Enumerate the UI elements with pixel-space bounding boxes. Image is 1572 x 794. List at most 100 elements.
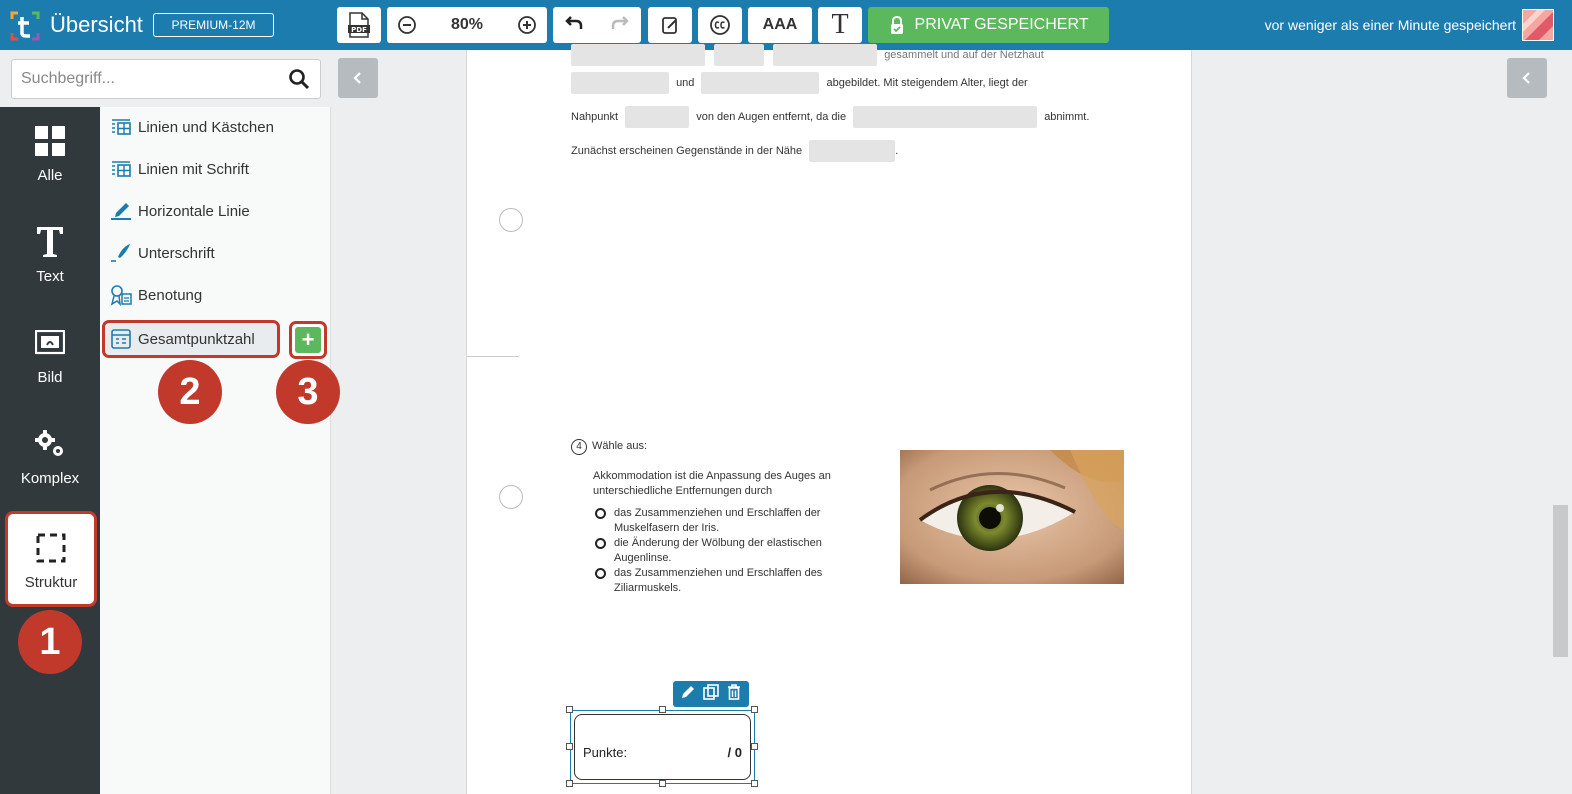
search-icon[interactable] bbox=[288, 68, 310, 90]
eye-photo[interactable] bbox=[900, 450, 1124, 584]
scrollbar-thumb[interactable] bbox=[1553, 505, 1568, 657]
text-fragment: von den Augen entfernt, da die bbox=[696, 110, 847, 123]
gap-field[interactable] bbox=[853, 106, 1038, 128]
points-label: Punkte: bbox=[583, 745, 628, 760]
add-total-score-button[interactable]: + bbox=[289, 321, 327, 359]
resize-handle[interactable] bbox=[751, 780, 758, 787]
pencil-icon[interactable] bbox=[680, 684, 696, 705]
search-input[interactable] bbox=[11, 59, 321, 99]
category-complex[interactable]: Komplex bbox=[0, 410, 100, 506]
text-icon bbox=[32, 224, 68, 260]
dashed-square-icon bbox=[33, 530, 69, 566]
element-label: Unterschrift bbox=[138, 244, 215, 262]
gap-field[interactable] bbox=[714, 44, 765, 66]
collapse-left-button[interactable] bbox=[338, 58, 378, 98]
text-line-cut: gesammelt und auf der Netzhaut bbox=[571, 44, 1044, 66]
category-label: Komplex bbox=[20, 470, 80, 487]
element-signature[interactable]: Unterschrift bbox=[108, 235, 215, 271]
text-tool-button[interactable]: T bbox=[818, 7, 862, 43]
gap-field[interactable] bbox=[571, 72, 669, 94]
category-label: Alle bbox=[37, 167, 63, 184]
edit-note-button[interactable] bbox=[648, 7, 692, 43]
search-bar bbox=[0, 50, 331, 107]
category-all[interactable]: Alle bbox=[0, 107, 100, 203]
trash-icon[interactable] bbox=[726, 683, 742, 705]
app-logo-icon[interactable] bbox=[8, 9, 42, 43]
category-rail: Alle Text Bild Komplex Struktur bbox=[0, 107, 100, 794]
gap-field[interactable] bbox=[701, 72, 820, 94]
text-fragment: Zunächst erscheinen Gegenstände in der N… bbox=[571, 144, 803, 157]
gap-field[interactable] bbox=[773, 44, 878, 66]
zoom-control: 80% bbox=[387, 7, 547, 43]
user-avatar[interactable] bbox=[1522, 9, 1554, 41]
zoom-in-icon bbox=[518, 16, 536, 34]
grading-icon bbox=[110, 284, 132, 306]
cut-text: gesammelt und auf der Netzhaut bbox=[884, 48, 1044, 61]
chevron-left-icon bbox=[1522, 72, 1530, 84]
element-horizontal-line[interactable]: Horizontale Linie bbox=[108, 193, 250, 229]
gap-field[interactable] bbox=[809, 140, 896, 162]
answer-option[interactable]: das Zusammenziehen und Erschlaffen des Z… bbox=[595, 566, 822, 596]
radio-icon bbox=[595, 508, 606, 519]
element-total-score[interactable]: Gesamtpunktzahl bbox=[102, 320, 280, 358]
category-text[interactable]: Text bbox=[0, 208, 100, 304]
option-text: das Zusammenziehen und Erschlaffen des bbox=[614, 567, 823, 579]
element-lines-boxes[interactable]: Linien und Kästchen bbox=[108, 109, 274, 145]
option-text: das Zusammenziehen und Erschlaffen der bbox=[614, 507, 821, 519]
collapse-right-button[interactable] bbox=[1507, 58, 1547, 98]
element-label: Gesamtpunktzahl bbox=[138, 330, 255, 348]
creative-commons-icon bbox=[710, 15, 730, 35]
question-text-2: unterschiedliche Entfernungen durch bbox=[593, 485, 773, 497]
task-checkbox[interactable] bbox=[499, 208, 523, 232]
text-fragment: abnimmt. bbox=[1044, 110, 1090, 123]
image-icon bbox=[32, 325, 68, 361]
lines-grid-icon bbox=[110, 116, 132, 138]
question-text-1: Akkommodation ist die Anpassung des Auge… bbox=[593, 470, 831, 482]
license-button[interactable] bbox=[698, 7, 742, 43]
gears-icon bbox=[32, 426, 68, 462]
save-privately-button[interactable]: PRIVAT GESPEICHERT bbox=[868, 7, 1109, 43]
grid-icon bbox=[32, 123, 68, 159]
element-lines-script[interactable]: Linien mit Schrift bbox=[108, 151, 249, 187]
resize-handle[interactable] bbox=[566, 743, 573, 750]
category-image[interactable]: Bild bbox=[0, 309, 100, 405]
chevron-left-icon bbox=[353, 72, 361, 84]
question-number: 4 bbox=[571, 439, 587, 455]
resize-handle[interactable] bbox=[751, 743, 758, 750]
plus-icon: + bbox=[295, 327, 321, 353]
resize-handle[interactable] bbox=[659, 706, 666, 713]
redo-icon[interactable] bbox=[609, 13, 629, 38]
worksheet-page: gesammelt und auf der Netzhaut und abgeb… bbox=[466, 44, 1192, 794]
resize-handle[interactable] bbox=[566, 706, 573, 713]
resize-handle[interactable] bbox=[566, 780, 573, 787]
element-label: Horizontale Linie bbox=[138, 202, 250, 220]
task-checkbox[interactable] bbox=[499, 485, 523, 509]
zoom-out-button[interactable] bbox=[387, 7, 427, 43]
answer-option[interactable]: das Zusammenziehen und Erschlaffen der M… bbox=[595, 506, 820, 536]
gap-field[interactable] bbox=[571, 44, 705, 66]
pdf-icon-label: PDF bbox=[351, 26, 367, 34]
answer-option[interactable]: die Änderung der Wölbung der elastischen… bbox=[595, 536, 822, 566]
pdf-button[interactable]: PDF bbox=[337, 7, 381, 43]
total-points-element[interactable]: Punkte: / 0 bbox=[566, 706, 758, 787]
font-size-button[interactable]: AAA bbox=[748, 7, 812, 43]
resize-handle[interactable] bbox=[751, 706, 758, 713]
element-grading[interactable]: Benotung bbox=[108, 277, 202, 313]
gap-field[interactable] bbox=[625, 106, 690, 128]
category-structure[interactable]: Struktur bbox=[5, 511, 97, 607]
duplicate-icon[interactable] bbox=[703, 683, 719, 705]
overview-title[interactable]: Übersicht bbox=[50, 12, 143, 38]
option-text: Augenlinse. bbox=[614, 552, 672, 564]
score-icon bbox=[110, 328, 132, 350]
points-field: Punkte: / 0 bbox=[574, 714, 751, 780]
undo-icon[interactable] bbox=[565, 13, 585, 38]
resize-handle[interactable] bbox=[659, 780, 666, 787]
step-marker-3: 3 bbox=[276, 360, 340, 424]
element-label: Linien und Kästchen bbox=[138, 118, 274, 136]
pdf-icon: PDF bbox=[348, 12, 370, 38]
zoom-out-icon bbox=[398, 16, 416, 34]
zoom-in-button[interactable] bbox=[507, 7, 547, 43]
top-bar: Übersicht PREMIUM-12M PDF 80% AAA T PRIV… bbox=[0, 0, 1572, 50]
element-edit-toolbar bbox=[673, 681, 749, 707]
step-marker-2: 2 bbox=[158, 360, 222, 424]
